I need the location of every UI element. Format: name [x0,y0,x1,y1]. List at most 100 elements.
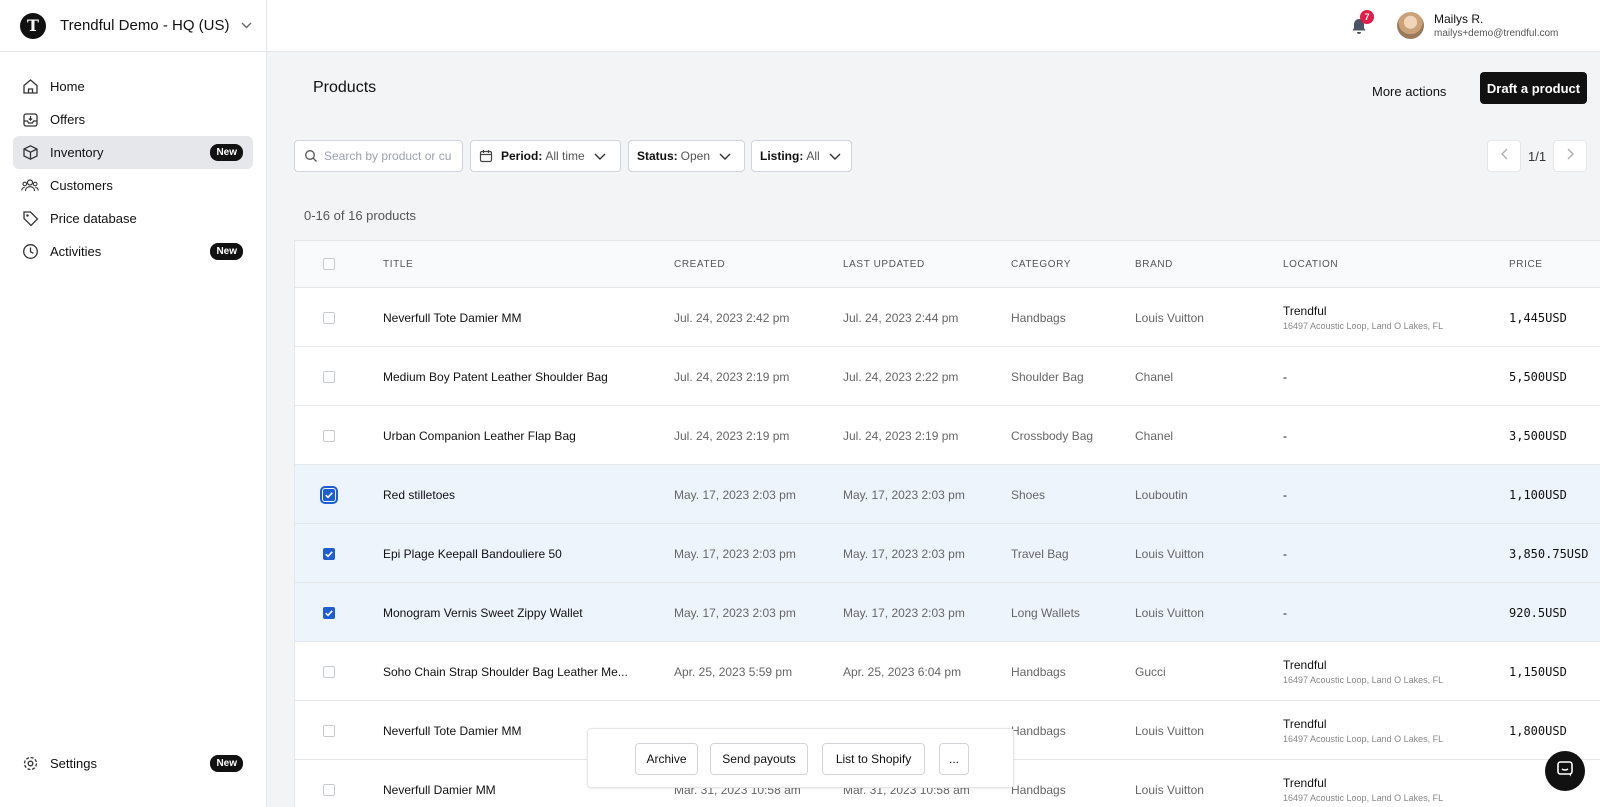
pager-next-button[interactable] [1553,140,1587,172]
sidebar-item-inventory[interactable]: Inventory New [13,136,253,169]
brand: Chanel [1135,429,1174,443]
table-row[interactable]: Epi Plage Keepall Bandouliere 50 May. 17,… [295,524,1600,583]
more-bulk-actions-button[interactable]: ... [939,743,969,775]
column-header-price[interactable]: PRICE [1509,259,1543,270]
created-date: Jul. 24, 2023 2:19 pm [674,429,790,443]
avatar[interactable] [1397,12,1424,39]
row-checkbox[interactable] [323,607,335,619]
price-currency: USD [1545,370,1567,384]
results-count: 0-16 of 16 products [304,208,417,223]
sidebar-item-customers[interactable]: Customers [13,169,253,202]
location-address: 16497 Acoustic Loop, Land O Lakes, FL [1283,321,1444,331]
table-row[interactable]: Monogram Vernis Sweet Zippy Wallet May. 1… [295,583,1600,642]
status-filter[interactable]: Status: Open [628,140,745,172]
product-title[interactable]: Neverfull Tote Damier MM [383,724,521,738]
gear-icon [21,755,39,773]
org-switcher[interactable]: T Trendful Demo - HQ (US) [0,0,266,52]
product-title[interactable]: Neverfull Damier MM [383,783,496,797]
price-currency: USD [1545,606,1567,620]
row-checkbox[interactable] [323,371,335,383]
users-icon [21,177,39,195]
product-title[interactable]: Monogram Vernis Sweet Zippy Wallet [383,606,583,620]
product-title[interactable]: Red stilletoes [383,488,455,502]
created-date: May. 17, 2023 2:03 pm [674,547,796,561]
product-title[interactable]: Medium Boy Patent Leather Shoulder Bag [383,370,608,384]
column-header-created[interactable]: CREATED [674,259,725,270]
product-title[interactable]: Neverfull Tote Damier MM [383,311,521,325]
price-amount: 1,100 [1509,488,1546,502]
price-amount: 3,850.75 [1509,547,1567,561]
listing-filter[interactable]: Listing: All [751,140,852,172]
brand: Louis Vuitton [1135,311,1204,325]
row-checkbox[interactable] [323,430,335,442]
send-payouts-button[interactable]: Send payouts [710,743,808,775]
sidebar-nav: Home Offers Inventory New Customers Pric… [0,52,266,268]
price-currency: USD [1545,724,1567,738]
more-actions-button[interactable]: More actions [1372,77,1446,105]
price: 3,500USD [1509,429,1567,443]
sidebar-item-price-database[interactable]: Price database [13,202,253,235]
sidebar-bottom: Settings New [13,747,253,780]
row-checkbox[interactable] [320,486,338,504]
category: Handbags [1011,783,1066,797]
draft-product-button[interactable]: Draft a product [1480,72,1587,104]
category: Shoes [1011,488,1046,502]
user-email: mailys+demo@trendful.com [1434,28,1559,39]
row-checkbox[interactable] [323,312,335,324]
product-title[interactable]: Soho Chain Strap Shoulder Bag Leather Me… [383,665,628,679]
price: 1,100USD [1509,488,1567,502]
sidebar-item-activities[interactable]: Activities New [13,235,253,268]
list-to-shopify-button[interactable]: List to Shopify [822,743,925,775]
category: Travel Bag [1011,547,1069,561]
column-header-last-updated[interactable]: LAST UPDATED [843,259,925,270]
brand: Louis Vuitton [1135,783,1204,797]
calendar-icon [479,149,493,163]
column-header-category[interactable]: CATEGORY [1011,259,1071,270]
category: Shoulder Bag [1011,370,1084,384]
table-row[interactable]: Soho Chain Strap Shoulder Bag Leather Me… [295,642,1600,701]
clock-icon [21,243,39,261]
column-header-brand[interactable]: BRAND [1135,259,1173,270]
chat-button[interactable] [1545,751,1585,791]
sidebar-item-home[interactable]: Home [13,70,253,103]
inbox-icon [21,111,39,129]
search-input[interactable] [324,149,454,163]
select-all-checkbox[interactable] [323,258,335,270]
price-amount: 1,445 [1509,311,1546,325]
chevron-left-icon [1500,147,1508,165]
table-row[interactable]: Neverfull Tote Damier MM Jul. 24, 2023 2:… [295,288,1600,347]
status-filter-key: Status: [637,149,678,163]
location-name: - [1283,488,1287,502]
row-checkbox[interactable] [323,548,335,560]
product-title[interactable]: Urban Companion Leather Flap Bag [383,429,576,443]
price: 1,445USD [1509,311,1567,325]
page-title: Products [313,79,377,96]
column-header-location[interactable]: LOCATION [1283,259,1338,270]
price-currency: USD [1545,429,1567,443]
location-name: - [1283,606,1287,620]
sidebar-item-offers[interactable]: Offers [13,103,253,136]
column-header-title[interactable]: TITLE [383,259,413,270]
sidebar-item-label: Settings [50,756,97,771]
brand: Louis Vuitton [1135,724,1204,738]
product-title[interactable]: Epi Plage Keepall Bandouliere 50 [383,547,562,561]
updated-date: May. 17, 2023 2:03 pm [843,488,965,502]
row-checkbox[interactable] [323,666,335,678]
table-header: TITLE CREATED LAST UPDATED CATEGORY BRAN… [295,241,1600,288]
sidebar-item-label: Customers [50,178,113,193]
pager-prev-button[interactable] [1487,140,1521,172]
period-filter[interactable]: Period: All time [470,140,621,172]
created-date: Apr. 25, 2023 5:59 pm [674,665,793,679]
table-row[interactable]: Red stilletoes May. 17, 2023 2:03 pm May. … [295,465,1600,524]
table-row[interactable]: Urban Companion Leather Flap Bag Jul. 24,… [295,406,1600,465]
archive-button[interactable]: Archive [635,743,698,775]
sidebar-item-settings[interactable]: Settings New [13,747,253,780]
price-currency: USD [1566,547,1589,561]
updated-date: Jul. 24, 2023 2:19 pm [843,429,959,443]
brand: Louis Vuitton [1135,547,1204,561]
location-name: Trendful [1283,304,1327,318]
row-checkbox[interactable] [323,725,335,737]
price: 5,500USD [1509,370,1567,384]
row-checkbox[interactable] [323,784,335,796]
table-row[interactable]: Medium Boy Patent Leather Shoulder Bag Ju… [295,347,1600,406]
